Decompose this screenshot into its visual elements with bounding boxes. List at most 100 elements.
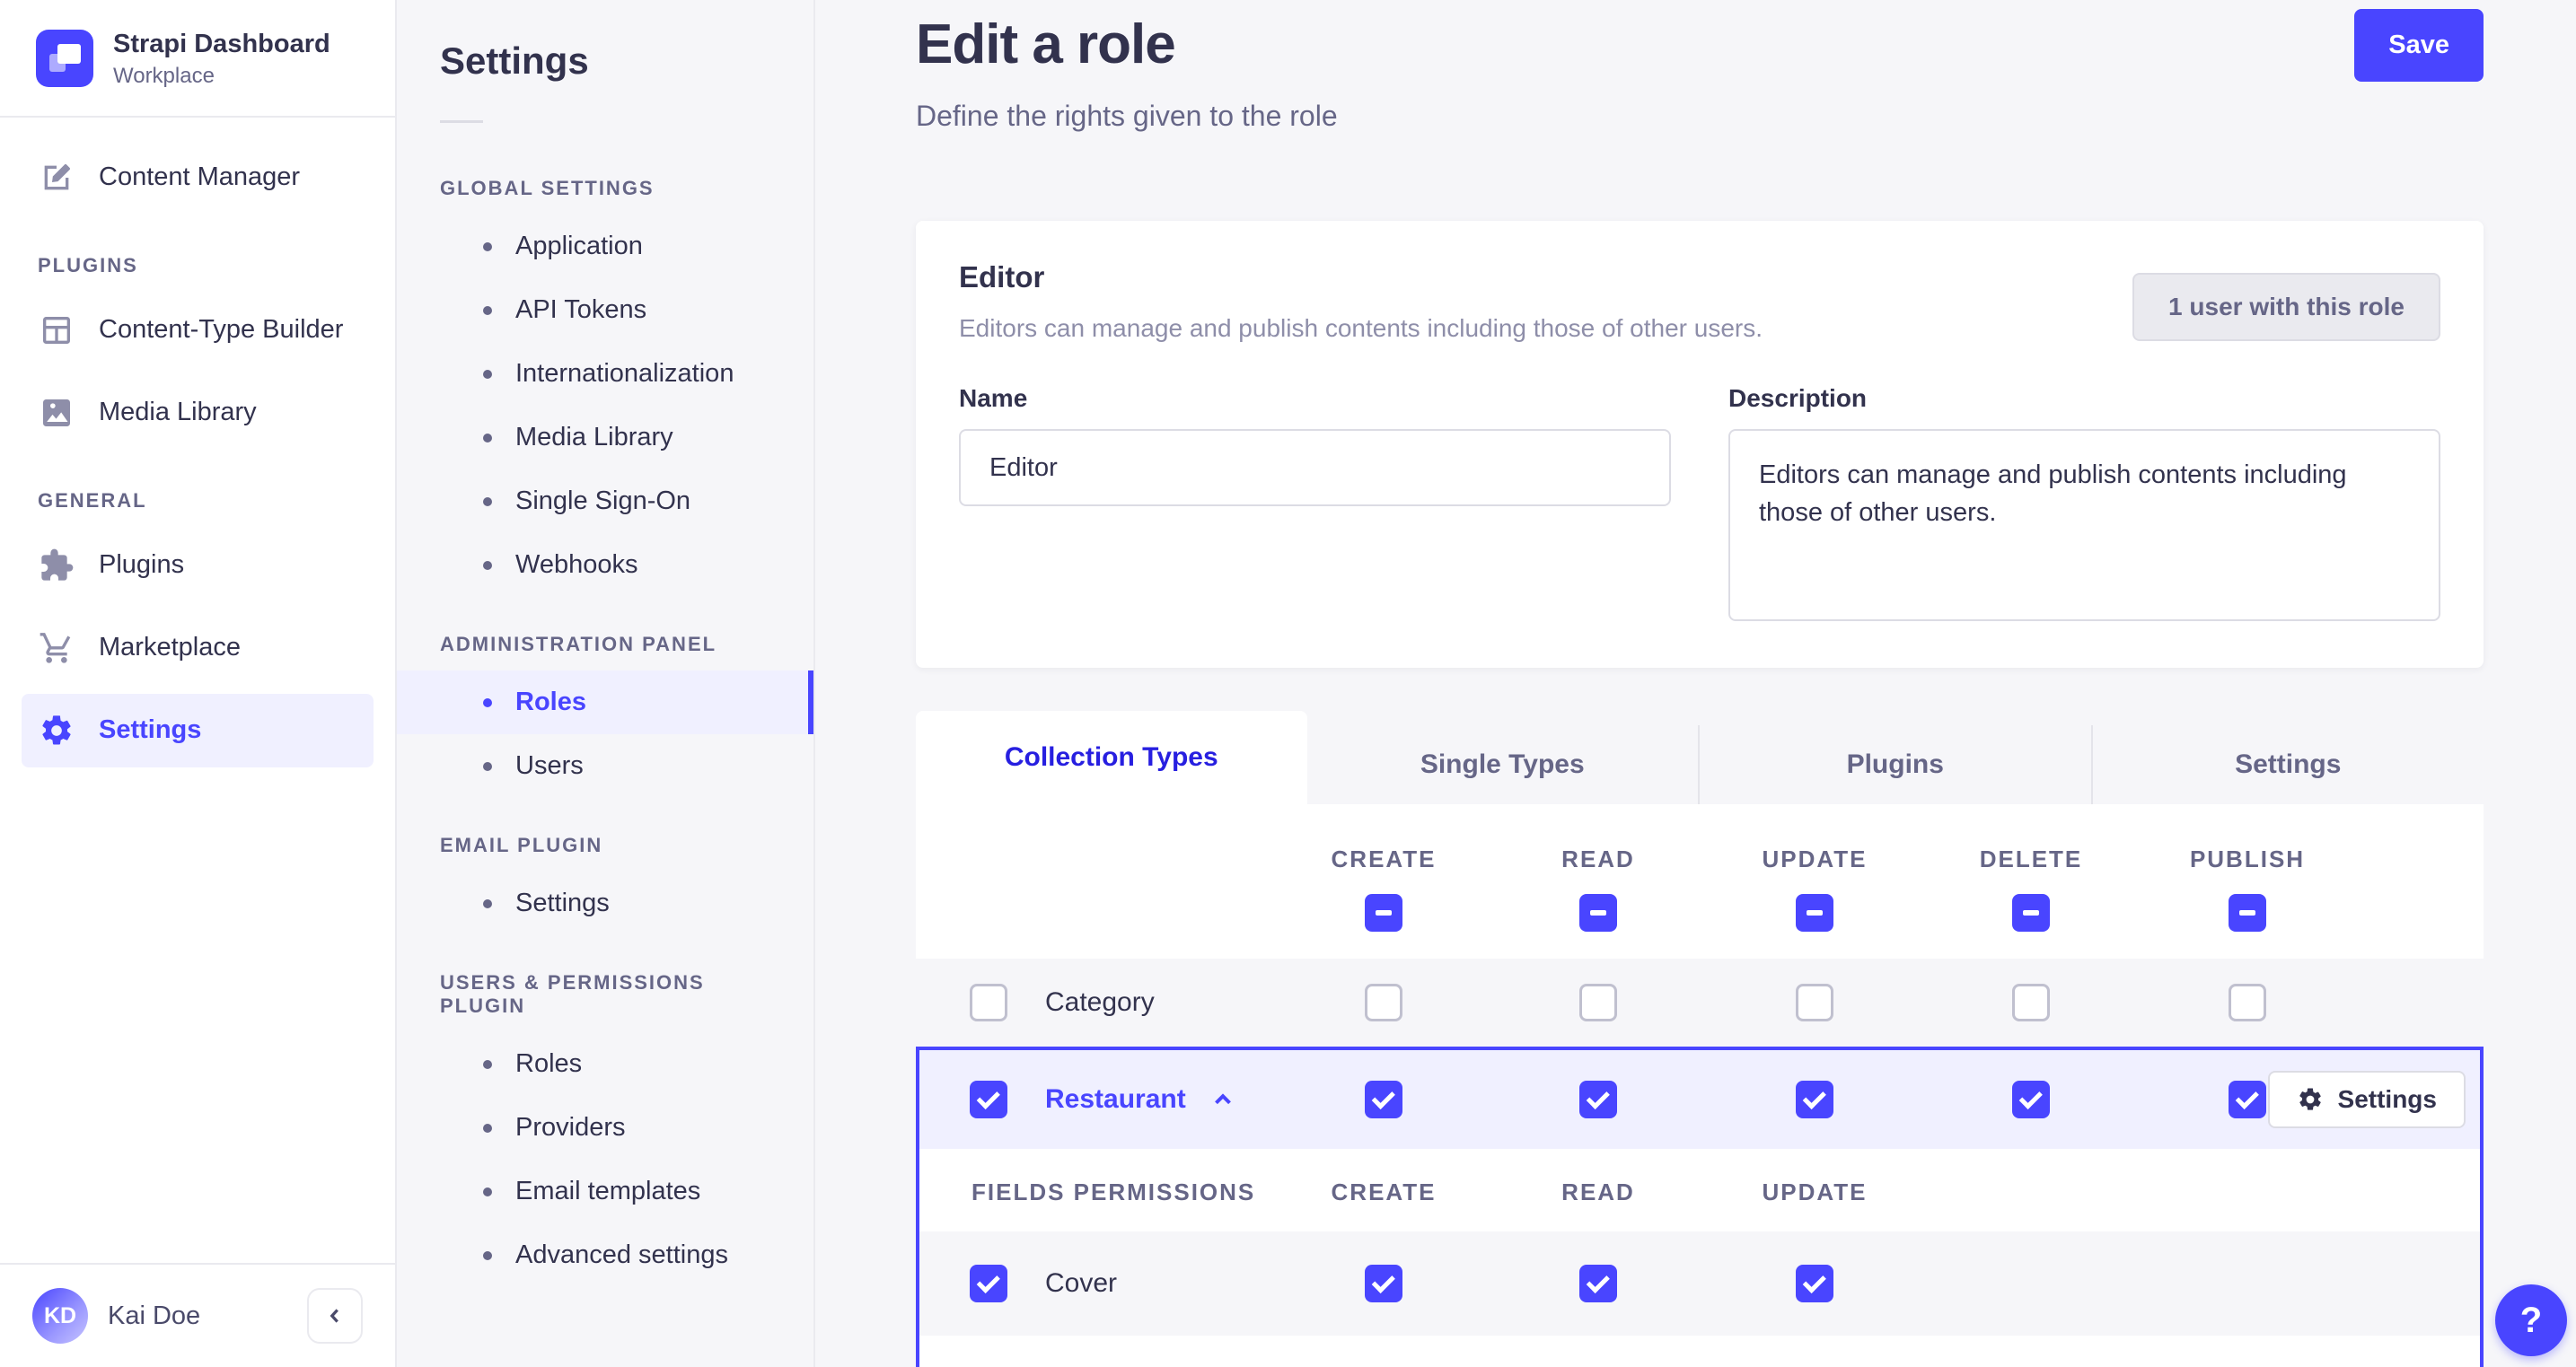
column-header-delete: Delete [1979,846,2083,872]
subnav-item-application[interactable]: Application [397,215,813,278]
restaurant-delete-checkbox[interactable] [2012,1081,2050,1118]
category-read-checkbox[interactable] [1579,984,1617,1021]
page-subtitle: Define the rights given to the role [916,100,1338,132]
subnav-section-administration-panel: Administration Panel [440,633,717,655]
row-label: Restaurant [1045,1084,1186,1114]
tab-plugins[interactable]: Plugins [1698,725,2091,804]
tab-settings[interactable]: Settings [2090,725,2484,804]
fields-permissions-header: Fields permissions Create Read Update [919,1149,2480,1231]
table-row-category: Category [916,959,2484,1047]
subnav-item-internationalization[interactable]: Internationalization [397,342,813,406]
bullet-icon [483,369,492,379]
restaurant-expanded-panel: Restaurant Settings Fields permissio [916,1047,2484,1367]
shopping-cart-icon [38,629,75,667]
tab-single-types[interactable]: Single Types [1306,725,1698,804]
select-all-read-checkbox[interactable] [1579,894,1617,932]
layout-grid-icon [38,311,75,349]
restaurant-update-checkbox[interactable] [1796,1081,1833,1118]
subnav-item-single-sign-on[interactable]: Single Sign-On [397,469,813,533]
tab-collection-types[interactable]: Collection Types [916,711,1307,804]
restaurant-select-checkbox[interactable] [970,1081,1007,1118]
restaurant-create-checkbox[interactable] [1365,1081,1402,1118]
category-delete-checkbox[interactable] [2012,984,2050,1021]
cover-select-checkbox[interactable] [970,1265,1007,1302]
puzzle-icon [38,547,75,584]
brand[interactable]: Strapi Dashboard Workplace [0,0,395,118]
bullet-icon [483,1187,492,1196]
table-row-restaurant: Restaurant Settings [919,1050,2480,1149]
cover-row-label-wrap[interactable]: Cover [919,1265,1117,1302]
save-button[interactable]: Save [2354,9,2484,82]
sidebar-section-plugins: Plugins [38,253,138,276]
subnav-item-roles-up[interactable]: Roles [397,1032,813,1096]
restaurant-publish-checkbox[interactable] [2229,1081,2266,1118]
subnav-item-label: Roles [515,1049,583,1078]
subnav-item-advanced-settings[interactable]: Advanced settings [397,1223,813,1287]
select-all-update-checkbox[interactable] [1796,894,1833,932]
subnav-section-users-permissions-plugin: Users & Permissions Plugin [440,971,705,1017]
sidebar-item-settings[interactable]: Settings [22,693,374,767]
subnav-section-email-plugin: Email Plugin [440,834,603,856]
gear-icon [38,712,75,749]
select-all-create-checkbox[interactable] [1365,894,1402,932]
subnav-item-email-settings[interactable]: Settings [397,872,813,935]
sidebar-item-marketplace[interactable]: Marketplace [22,611,374,685]
bullet-icon [483,697,492,707]
cover-update-checkbox[interactable] [1796,1265,1833,1302]
page-title: Edit a role [916,13,1176,75]
subnav-item-users[interactable]: Users [397,734,813,798]
column-header-create: Create [1331,846,1437,872]
sidebar-item-plugins[interactable]: Plugins [22,529,374,602]
category-update-checkbox[interactable] [1796,984,1833,1021]
sidebar-item-content-type-builder[interactable]: Content-Type Builder [22,294,374,367]
brand-subtitle: Workplace [113,63,215,88]
sidebar-item-media-library[interactable]: Media Library [22,376,374,450]
subnav-item-roles-admin[interactable]: Roles [397,670,813,734]
select-all-delete-checkbox[interactable] [2012,894,2050,932]
column-header-publish: Publish [2189,846,2306,872]
subnav-item-webhooks[interactable]: Webhooks [397,533,813,597]
restaurant-read-checkbox[interactable] [1579,1081,1617,1118]
divider [440,120,483,123]
cover-create-checkbox[interactable] [1365,1265,1402,1302]
subnav-item-api-tokens[interactable]: API Tokens [397,278,813,342]
avatar[interactable]: KD [32,1288,88,1344]
column-header-update: Update [1762,846,1868,872]
user-name: Kai Doe [108,1301,201,1330]
cover-read-checkbox[interactable] [1579,1265,1617,1302]
sidebar-collapse-button[interactable] [307,1288,363,1344]
category-create-checkbox[interactable] [1365,984,1402,1021]
users-with-role-button[interactable]: 1 user with this role [2132,273,2440,341]
strapi-logo-icon [36,30,93,88]
subnav-item-label: Users [515,751,584,780]
bullet-icon [483,1123,492,1133]
restaurant-row-toggle[interactable]: Restaurant [919,1081,1236,1118]
description-textarea[interactable]: Editors can manage and publish contents … [1728,429,2440,621]
help-button[interactable]: ? [2495,1284,2567,1356]
category-row-toggle[interactable]: Category [916,984,1155,1021]
gear-icon [2297,1086,2324,1113]
feather-pen-icon [38,159,75,197]
subnav-item-label: Application [515,232,643,260]
name-input[interactable] [959,429,1671,506]
sidebar-item-label: Media Library [99,398,257,427]
restaurant-settings-button[interactable]: Settings [2267,1071,2466,1128]
category-publish-checkbox[interactable] [2229,984,2266,1021]
subnav-item-media-library[interactable]: Media Library [397,406,813,469]
column-header-read: Read [1561,846,1635,872]
select-all-publish-checkbox[interactable] [2229,894,2266,932]
category-select-checkbox[interactable] [970,984,1007,1021]
fields-permissions-label: Fields permissions [971,1179,1256,1205]
subnav-item-providers[interactable]: Providers [397,1096,813,1160]
image-icon [38,394,75,432]
bullet-icon [483,1059,492,1069]
bullet-icon [483,241,492,251]
permissions-tabs: Collection Types Single Types Plugins Se… [916,711,2484,804]
bullet-icon [483,761,492,771]
sidebar-item-content-manager[interactable]: Content Manager [22,141,374,215]
subnav-item-email-templates[interactable]: Email templates [397,1160,813,1223]
subnav-item-label: Webhooks [515,550,638,579]
subnav-item-label: API Tokens [515,295,647,324]
subnav-item-label: Providers [515,1113,626,1142]
fields-column-create: Create [1331,1179,1437,1205]
